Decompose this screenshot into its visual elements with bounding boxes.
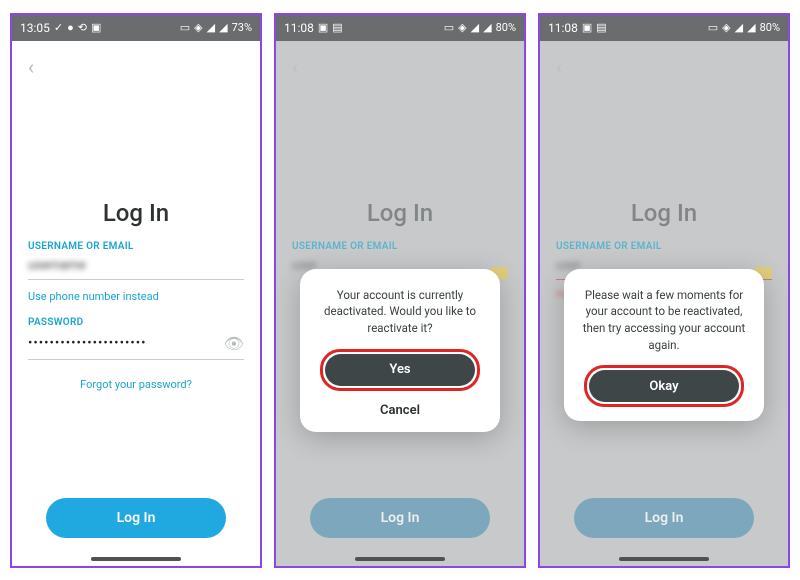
page-title: Log In: [556, 199, 772, 227]
password-label: PASSWORD: [28, 317, 244, 328]
card-icon: ▭: [180, 22, 190, 33]
img-icon: ▤: [332, 22, 342, 33]
okay-button[interactable]: Okay: [589, 370, 739, 402]
wifi-icon: ◈: [722, 22, 730, 33]
card-icon: ▭: [708, 22, 718, 33]
username-label: USERNAME OR EMAIL: [292, 241, 508, 252]
screenshot-2: 11:08 ▣ ▤ ▭ ◈ ◢ ◢ 80% ‹ Log In USERNAME …: [274, 13, 526, 568]
page-title: Log In: [292, 199, 508, 227]
login-button: Log In: [310, 498, 490, 538]
username-label: USERNAME OR EMAIL: [556, 241, 772, 252]
app-icon: ▣: [318, 22, 328, 33]
password-value: ••••••••••••••••••••••: [28, 336, 147, 351]
login-button[interactable]: Log In: [46, 498, 226, 538]
signal-icon: ◢: [219, 22, 227, 33]
battery-percent: 73%: [232, 21, 252, 34]
screenshot-3: 11:08 ▣ ▤ ▭ ◈ ◢ ◢ 80% ‹ Log In USERNAME …: [538, 13, 790, 568]
username-input[interactable]: username: [28, 254, 244, 280]
card-icon: ▭: [444, 22, 454, 33]
wait-dialog: Please wait a few moments for your accou…: [564, 269, 764, 422]
login-button: Log In: [574, 498, 754, 538]
home-indicator: [91, 557, 181, 561]
status-bar: 11:08 ▣ ▤ ▭ ◈ ◢ ◢ 80%: [540, 15, 788, 41]
img-icon: ▤: [596, 22, 606, 33]
username-label: USERNAME OR EMAIL: [28, 241, 244, 252]
back-button: ‹: [292, 51, 508, 79]
reactivate-dialog: Your account is currently deactivated. W…: [300, 269, 500, 432]
cancel-button[interactable]: Cancel: [314, 403, 486, 418]
app-icon: ▣: [91, 22, 101, 33]
signal-icon: ◢: [483, 22, 491, 33]
password-input[interactable]: •••••••••••••••••••••• 👁: [28, 330, 244, 360]
status-time: 11:08: [284, 21, 314, 35]
username-value: username: [28, 258, 86, 273]
signal-icon: ◢: [471, 22, 479, 33]
battery-percent: 80%: [496, 21, 516, 34]
phone-link[interactable]: Use phone number instead: [28, 290, 244, 303]
home-indicator: [619, 557, 709, 561]
mic-icon: ●: [67, 22, 74, 33]
status-time: 13:05: [20, 21, 50, 35]
eye-icon[interactable]: 👁: [224, 334, 244, 353]
dialog-message: Please wait a few moments for your accou…: [578, 287, 750, 354]
wifi-icon: ◈: [458, 22, 466, 33]
battery-percent: 80%: [760, 21, 780, 34]
home-indicator: [355, 557, 445, 561]
screenshot-1: 13:05 ✓ ● ⟲ ▣ ▭ ◈ ◢ ◢ 73% ‹ Log In USERN…: [10, 13, 262, 568]
wifi-icon: ◈: [194, 22, 202, 33]
app-icon: ▣: [582, 22, 592, 33]
sync-icon: ⟲: [78, 22, 87, 33]
highlight-box: Okay: [584, 365, 744, 407]
forgot-password-link[interactable]: Forgot your password?: [28, 378, 244, 391]
page-title: Log In: [28, 199, 244, 227]
status-bar: 11:08 ▣ ▤ ▭ ◈ ◢ ◢ 80%: [276, 15, 524, 41]
back-button: ‹: [556, 51, 772, 79]
status-time: 11:08: [548, 21, 578, 35]
back-button[interactable]: ‹: [28, 51, 244, 79]
signal-icon: ◢: [735, 22, 743, 33]
signal-icon: ◢: [747, 22, 755, 33]
signal-icon: ◢: [207, 22, 215, 33]
status-bar: 13:05 ✓ ● ⟲ ▣ ▭ ◈ ◢ ◢ 73%: [12, 15, 260, 41]
yes-button[interactable]: Yes: [325, 354, 475, 386]
highlight-box: Yes: [320, 349, 480, 391]
status-icon: ✓: [54, 22, 63, 33]
dialog-message: Your account is currently deactivated. W…: [314, 287, 486, 337]
